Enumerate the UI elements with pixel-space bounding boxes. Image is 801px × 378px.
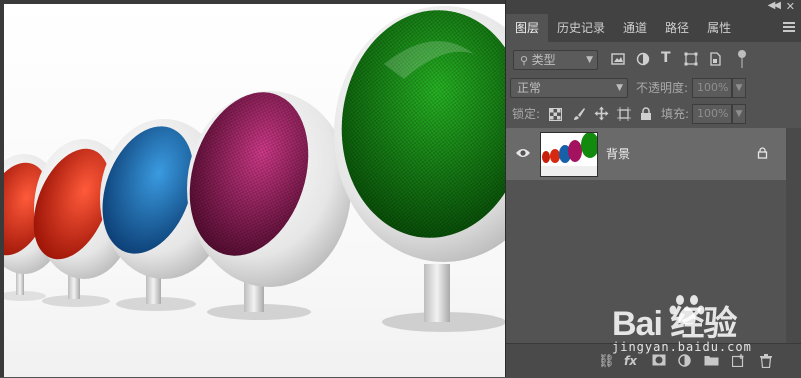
tab-paths[interactable]: 路径 (656, 14, 698, 42)
layers-bottom-bar: ⛓ fx (506, 343, 801, 378)
filter-kind-dropdown[interactable]: ⚲ 类型 ▼ (513, 50, 598, 70)
adjustment-icon[interactable] (678, 354, 691, 371)
layer-name[interactable]: 背景 (606, 145, 630, 162)
layer-filter-row: ⚲ 类型 ▼ T (506, 48, 801, 72)
blend-mode-dropdown[interactable]: 正常 ▼ (510, 78, 628, 98)
opacity-field[interactable]: 100% (692, 78, 732, 98)
new-layer-icon[interactable] (731, 354, 745, 371)
fill-dropdown-icon[interactable]: ▼ (732, 104, 746, 124)
blend-mode-label: 正常 (517, 81, 542, 95)
chairs-photo (4, 6, 505, 332)
group-icon[interactable] (704, 354, 719, 370)
type-filter-icon[interactable]: T (661, 50, 671, 66)
tab-history[interactable]: 历史记录 (548, 14, 614, 42)
blend-row: 正常 ▼ 不透明度: 100% ▼ (506, 77, 801, 99)
lock-label: 锁定: (512, 107, 541, 121)
lock-row: 锁定: 填充: 100% ▼ (506, 103, 801, 125)
fill-label: 填充: (661, 107, 690, 121)
layer-lock-icon[interactable] (757, 147, 768, 162)
lock-paint-icon[interactable] (572, 107, 586, 121)
layers-scrollbar[interactable] (786, 128, 801, 343)
filter-toggle-icon[interactable] (737, 48, 747, 70)
chevron-down-icon: ▼ (616, 83, 623, 93)
mask-icon[interactable] (652, 354, 666, 370)
opacity-label: 不透明度: (636, 81, 689, 95)
trash-icon[interactable] (760, 354, 772, 372)
eye-icon[interactable] (515, 147, 531, 162)
tab-channels[interactable]: 通道 (614, 14, 656, 42)
filter-kind-label: 类型 (531, 53, 556, 67)
canvas-area[interactable] (0, 0, 505, 377)
collapse-arrows-icon[interactable]: ◀◀ (768, 0, 781, 11)
smart-object-filter-icon[interactable] (708, 52, 722, 66)
panel-menu-icon[interactable] (783, 22, 795, 34)
link-icon[interactable]: ⛓ (598, 354, 615, 369)
document-canvas[interactable] (4, 4, 505, 377)
tab-layers[interactable]: 图层 (506, 14, 549, 42)
opacity-dropdown-icon[interactable]: ▼ (732, 78, 746, 98)
image-filter-icon[interactable] (611, 52, 625, 66)
panel-title-bar: ◀◀ ✕ (506, 0, 801, 14)
fill-field[interactable]: 100% (692, 104, 732, 124)
fx-icon[interactable]: fx (624, 354, 637, 368)
layers-panel: ◀◀ ✕ 图层 历史记录 通道 路径 属性 ⚲ 类型 ▼ T 正常 ▼ 不透明度… (505, 0, 801, 378)
search-icon: ⚲ (520, 54, 532, 67)
tab-properties[interactable]: 属性 (698, 14, 740, 42)
lock-transparent-icon[interactable] (549, 108, 562, 121)
lock-artboard-icon[interactable] (617, 107, 631, 121)
shape-filter-icon[interactable] (684, 52, 698, 66)
lock-all-icon[interactable] (640, 107, 652, 121)
layer-thumbnail (540, 132, 598, 177)
adjustment-filter-icon[interactable] (636, 52, 650, 66)
close-icon[interactable]: ✕ (786, 0, 795, 13)
lock-move-icon[interactable] (594, 106, 609, 121)
layer-row-background[interactable]: 背景 (506, 128, 787, 180)
panel-tabs: 图层 历史记录 通道 路径 属性 (506, 14, 801, 42)
chevron-down-icon: ▼ (586, 55, 593, 65)
